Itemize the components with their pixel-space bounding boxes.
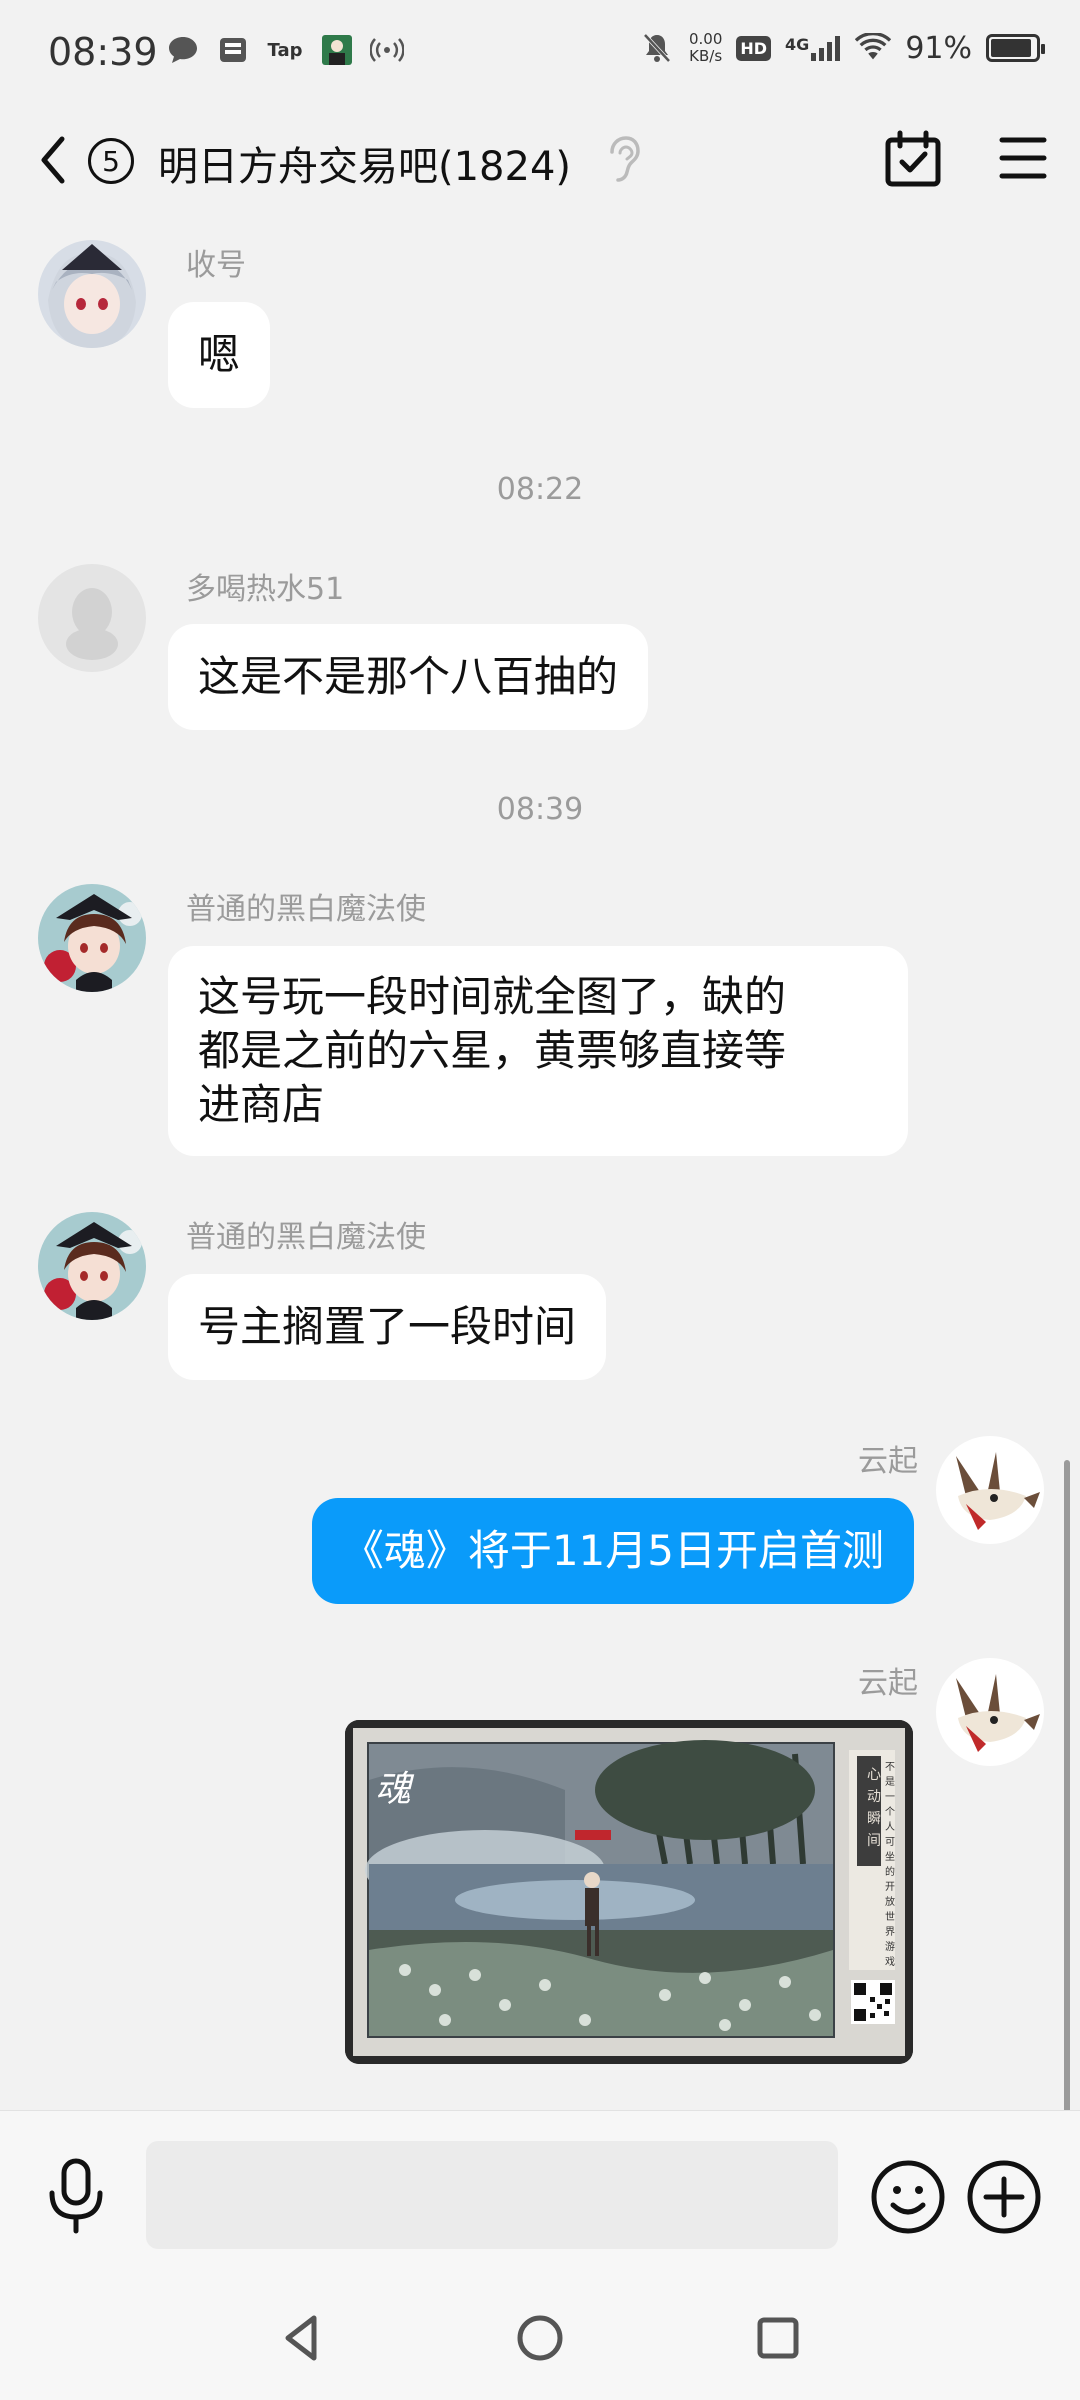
smiley-icon — [871, 2160, 945, 2234]
message-line: 进商店 — [198, 1080, 325, 1129]
image-message[interactable]: 魂 心动瞬间 不是一个人可坐的开放世界游戏 — [345, 1720, 913, 2064]
message-timestamp: 08:39 — [496, 792, 584, 827]
notification-icons: Tap — [165, 32, 405, 68]
square-recents-icon — [757, 2317, 799, 2359]
message-bubble[interactable]: 号主搁置了一段时间 — [168, 1274, 607, 1380]
sender-name: 云起 — [858, 1444, 918, 1479]
network-type-label: 4G — [785, 35, 810, 54]
back-button[interactable] — [38, 130, 78, 190]
sender-name: 普通的黑白魔法使 — [186, 1220, 426, 1255]
net-speed: 0.00 KB/s — [689, 31, 722, 65]
nav-back-button[interactable] — [272, 2308, 332, 2368]
plus-circle-icon — [967, 2160, 1041, 2234]
voice-input-button[interactable] — [40, 2157, 112, 2237]
nav-home-button[interactable] — [510, 2308, 570, 2368]
mute-bell-icon — [639, 30, 675, 66]
chat-screen: 08:39 Tap 0.00 KB/s HD 4G 91% 5 明日方舟交易吧(… — [0, 0, 1080, 2400]
image-sign-text: 心动瞬间 — [867, 1767, 881, 1849]
signal-icon: 4G — [785, 35, 841, 61]
message-bubble-icon — [165, 32, 201, 68]
unread-count-badge[interactable]: 5 — [88, 138, 134, 184]
page-title[interactable]: 明日方舟交易吧(1824) — [158, 134, 571, 192]
sender-name: 多喝热水51 — [186, 572, 345, 607]
system-nav-bar — [0, 2280, 1080, 2400]
message-input[interactable] — [146, 2141, 838, 2249]
triangle-back-icon — [285, 2315, 317, 2361]
menu-button[interactable] — [998, 132, 1048, 184]
image-logo-text: 魂 — [375, 1769, 412, 1810]
net-speed-value: 0.00 — [688, 30, 723, 48]
message-line: 这号玩一段时间就全图了，缺的 — [198, 972, 787, 1021]
hd-icon: HD — [736, 35, 772, 61]
avatar[interactable] — [38, 240, 146, 348]
message-timestamp: 08:22 — [496, 472, 584, 507]
circle-home-icon — [517, 2315, 563, 2361]
emoji-button[interactable] — [868, 2157, 948, 2237]
avatar[interactable] — [38, 1212, 146, 1320]
message-list[interactable]: 收号 嗯 08:22 多喝热水51 这是不是那个八百抽的 08:39 普通的黑白… — [0, 230, 1080, 2110]
inbox-icon — [215, 32, 251, 68]
status-time: 08:39 — [48, 30, 158, 74]
battery-fill — [991, 39, 1031, 57]
sender-name: 普通的黑白魔法使 — [186, 892, 426, 927]
earpiece-mode-icon[interactable] — [602, 132, 642, 188]
message-line: 都是之前的六星，黄票够直接等 — [198, 1026, 787, 1075]
microphone-icon — [49, 2158, 103, 2234]
hamburger-icon — [999, 137, 1047, 179]
sender-name: 收号 — [186, 248, 246, 283]
message-bubble-self[interactable]: 《魂》将于11月5日开启首测 — [311, 1498, 914, 1604]
status-bar: 08:39 Tap 0.00 KB/s HD 4G 91% — [0, 0, 1080, 110]
net-speed-unit: KB/s — [689, 47, 723, 65]
input-bar — [0, 2110, 1080, 2280]
message-bubble[interactable]: 这是不是那个八百抽的 — [168, 624, 649, 730]
avatar[interactable] — [38, 884, 146, 992]
tap-app-icon: Tap — [267, 39, 303, 61]
avatar[interactable] — [936, 1436, 1044, 1544]
chat-header: 5 明日方舟交易吧(1824) — [0, 110, 1080, 250]
more-actions-button[interactable] — [964, 2157, 1044, 2237]
scrollbar[interactable] — [1064, 1460, 1070, 2110]
app-avatar-icon — [319, 32, 355, 68]
image-vertical-text: 不是一个人可坐的开放世界游戏 — [885, 1762, 895, 1968]
hotspot-icon — [369, 32, 405, 68]
avatar[interactable] — [936, 1658, 1044, 1766]
message-bubble[interactable]: 嗯 — [168, 302, 271, 408]
message-bubble[interactable]: 这号玩一段时间就全图了，缺的 都是之前的六星，黄票够直接等 进商店 — [168, 946, 908, 1156]
sender-name: 云起 — [858, 1666, 918, 1701]
nav-recents-button[interactable] — [748, 2308, 808, 2368]
wifi-icon — [855, 30, 892, 66]
chevron-left-icon — [41, 136, 65, 184]
calendar-check-icon — [885, 130, 941, 187]
system-status-icons: 0.00 KB/s HD 4G 91% — [639, 30, 1045, 66]
battery-percent: 91% — [905, 30, 972, 66]
group-checkin-button[interactable] — [882, 128, 944, 190]
battery-icon — [986, 34, 1045, 62]
avatar[interactable] — [38, 564, 146, 672]
